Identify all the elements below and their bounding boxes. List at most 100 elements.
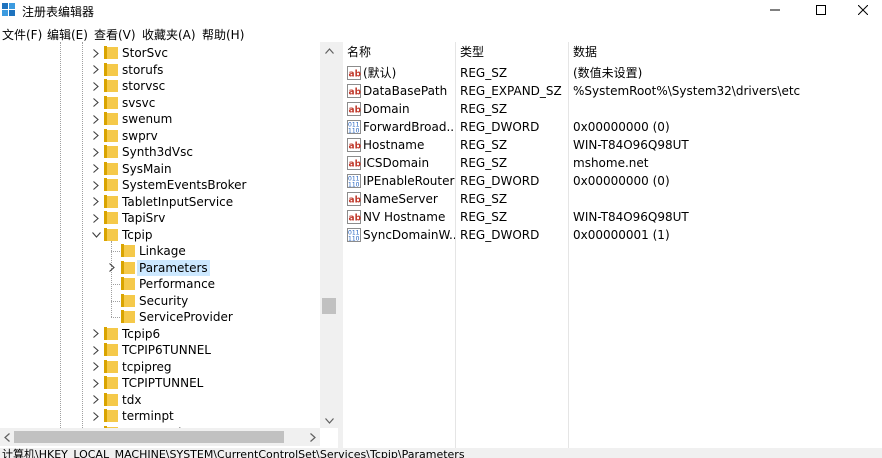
- tree-node[interactable]: Security: [0, 293, 320, 309]
- tree-node[interactable]: Synth3dVsc: [0, 144, 320, 160]
- chevron-right-icon[interactable]: [91, 392, 101, 408]
- value-type: REG_DWORD: [460, 120, 540, 134]
- value-row[interactable]: ab Hostname REG_SZ WIN-T84O96Q98UT: [343, 136, 882, 154]
- key-tree-pane[interactable]: StorSvc storufs storvsc svsvc swenum swprv Syn…: [0, 42, 338, 448]
- string-value-icon: ab: [347, 84, 361, 98]
- tree-node[interactable]: Linkage: [0, 243, 320, 259]
- scroll-right-button[interactable]: [306, 430, 320, 444]
- menu-help[interactable]: 帮助(H): [202, 26, 244, 43]
- chevron-right-icon[interactable]: [91, 408, 101, 424]
- column-header-type[interactable]: 类型: [456, 42, 568, 62]
- maximize-button[interactable]: [798, 0, 844, 20]
- folder-icon: [104, 95, 118, 109]
- close-button[interactable]: [844, 0, 882, 20]
- tree-node[interactable]: SysMain: [0, 161, 320, 177]
- tree-node[interactable]: tcpipreg: [0, 359, 320, 375]
- scroll-up-button[interactable]: [322, 44, 336, 58]
- values-list-pane[interactable]: 名称 类型 数据 ab (默认) REG_SZ (数值未设置) ab DataBasePa…: [343, 42, 882, 448]
- menu-view[interactable]: 查看(V): [94, 26, 136, 43]
- value-name: SyncDomainW...: [363, 228, 455, 242]
- value-row[interactable]: 011 110 IPEnableRouter REG_DWORD 0x00000000 …: [343, 172, 882, 190]
- chevron-right-icon[interactable]: [91, 45, 101, 61]
- tree-node[interactable]: ServiceProvider: [0, 309, 320, 325]
- tree-node[interactable]: TCPIP6TUNNEL: [0, 342, 320, 358]
- chevron-right-icon[interactable]: [91, 194, 101, 210]
- status-path: 计算机\HKEY_LOCAL_MACHINE\SYSTEM\CurrentCon…: [2, 448, 465, 458]
- minimize-button[interactable]: [752, 0, 798, 20]
- value-row[interactable]: ab Domain REG_SZ: [343, 100, 882, 118]
- tree-node[interactable]: swenum: [0, 111, 320, 127]
- scroll-down-button[interactable]: [322, 414, 336, 428]
- tree-node[interactable]: Tcpip: [0, 227, 320, 243]
- tree-node[interactable]: TabletInputService: [0, 194, 320, 210]
- tree-vertical-scrollbar[interactable]: [320, 42, 338, 428]
- tree-node[interactable]: Performance: [0, 276, 320, 292]
- tree-node[interactable]: terminpt: [0, 408, 320, 424]
- chevron-right-icon[interactable]: [91, 95, 101, 111]
- chevron-right-icon[interactable]: [91, 78, 101, 94]
- value-row[interactable]: 011 110 ForwardBroad... REG_DWORD 0x00000000…: [343, 118, 882, 136]
- value-row[interactable]: ab DataBasePath REG_EXPAND_SZ %SystemRoot%\…: [343, 82, 882, 100]
- folder-icon: [121, 293, 135, 307]
- chevron-right-icon[interactable]: [91, 62, 101, 78]
- tree-node[interactable]: swprv: [0, 128, 320, 144]
- chevron-right-icon[interactable]: [91, 111, 101, 127]
- tree-node[interactable]: storvsc: [0, 78, 320, 94]
- value-row[interactable]: ab NameServer REG_SZ: [343, 190, 882, 208]
- key-tree: StorSvc storufs storvsc svsvc swenum swprv Syn…: [0, 42, 320, 428]
- chevron-right-icon[interactable]: [91, 210, 101, 226]
- chevron-right-icon[interactable]: [91, 375, 101, 391]
- folder-icon: [104, 343, 118, 356]
- value-row[interactable]: 011 110 SyncDomainW... REG_DWORD 0x00000001 …: [343, 226, 882, 244]
- menu-file[interactable]: 文件(F): [2, 26, 42, 43]
- chevron-up-icon: [324, 48, 334, 54]
- chevron-right-icon[interactable]: [91, 161, 101, 177]
- tree-node-label: tcpipreg: [122, 359, 172, 374]
- string-value-icon: ab: [347, 102, 361, 116]
- chevron-right-icon[interactable]: [107, 260, 117, 276]
- chevron-right-icon[interactable]: [91, 144, 101, 160]
- value-name: IPEnableRouter: [363, 174, 455, 188]
- value-type: REG_SZ: [460, 66, 508, 80]
- tree-node-label: swenum: [122, 112, 173, 126]
- menu-favorites[interactable]: 收藏夹(A): [142, 26, 196, 43]
- tree-node[interactable]: SystemEventsBroker: [0, 177, 320, 193]
- tree-node-label: ServiceProvider: [139, 310, 233, 324]
- value-row[interactable]: ab ICSDomain REG_SZ mshome.net: [343, 154, 882, 172]
- scroll-left-button[interactable]: [0, 430, 14, 444]
- chevron-right-icon[interactable]: [91, 128, 101, 144]
- column-header-name[interactable]: 名称: [343, 42, 455, 62]
- chevron-right-icon[interactable]: [91, 359, 101, 375]
- folder-icon: [121, 244, 135, 257]
- value-row[interactable]: ab (默认) REG_SZ (数值未设置): [343, 64, 882, 82]
- svg-text:ab: ab: [349, 106, 362, 116]
- tree-horizontal-scrollbar[interactable]: [0, 428, 320, 446]
- chevron-right-icon[interactable]: [91, 342, 101, 358]
- binary-value-icon: 011110: [347, 120, 361, 134]
- column-header-data[interactable]: 数据: [569, 42, 869, 62]
- tree-node-label: StorSvc: [122, 46, 168, 60]
- chevron-right-icon[interactable]: [91, 326, 101, 342]
- chevron-right-icon[interactable]: [91, 177, 101, 193]
- tree-horizontal-scroll-thumb[interactable]: [14, 431, 284, 443]
- value-type: REG_SZ: [460, 156, 508, 170]
- tree-node[interactable]: tdx: [0, 392, 320, 408]
- folder-icon: [104, 178, 118, 191]
- tree-node[interactable]: Parameters: [0, 259, 320, 276]
- tree-node[interactable]: storufs: [0, 62, 320, 78]
- chevron-down-icon[interactable]: [91, 227, 101, 243]
- menu-edit[interactable]: 编辑(E): [47, 26, 88, 43]
- value-data: WIN-T84O96Q98UT: [573, 138, 689, 152]
- tree-node[interactable]: StorSvc: [0, 45, 320, 61]
- value-data: 0x00000001 (1): [573, 228, 670, 242]
- tree-node[interactable]: TapiSrv: [0, 210, 320, 226]
- tree-node[interactable]: TCPIPTUNNEL: [0, 375, 320, 391]
- tree-vertical-scroll-thumb[interactable]: [322, 298, 336, 314]
- string-value-icon: ab: [347, 66, 361, 80]
- value-data: %SystemRoot%\System32\drivers\etc: [573, 84, 801, 98]
- tree-node[interactable]: Tcpip6: [0, 326, 320, 342]
- value-row[interactable]: ab NV Hostname REG_SZ WIN-T84O96Q98UT: [343, 208, 882, 226]
- chevron-left-icon: [4, 432, 10, 442]
- tree-node[interactable]: svsvc: [0, 95, 320, 111]
- string-value-icon: ab: [347, 138, 361, 152]
